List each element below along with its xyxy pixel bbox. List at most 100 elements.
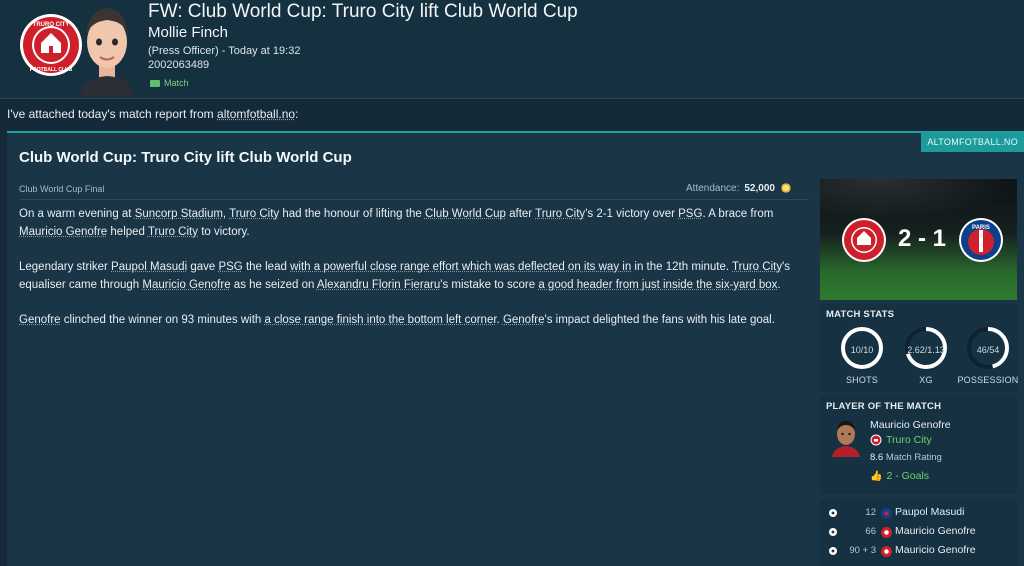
text: had the honour of lifting the — [279, 208, 425, 220]
text: 's mistake to score — [440, 279, 539, 291]
stadium-lights — [820, 179, 1017, 219]
goal-row[interactable]: 66 Mauricio Genofre — [820, 524, 1017, 542]
text: 's impact delighted the fans with his la… — [544, 314, 775, 326]
highlight-link[interactable]: with a powerful close range effort which… — [290, 261, 631, 273]
final-score: 2 - 1 — [897, 225, 947, 252]
match-report-panel: ALTOMFOTBALL.NO Club World Cup: Truro Ci… — [7, 131, 1024, 566]
player-portrait[interactable] — [830, 417, 862, 457]
text: as he seized on — [230, 279, 317, 291]
paragraph-3: Genofre clinched the winner on 93 minute… — [19, 311, 809, 329]
player-link[interactable]: Mauricio Genofre — [19, 226, 107, 238]
attendance: Attendance: 52,000 — [686, 182, 792, 194]
potm-club-name: Truro City — [886, 434, 932, 446]
scoreboard[interactable]: 2 - 1 PARIS — [820, 179, 1017, 300]
stat-label: XG — [919, 375, 933, 385]
message-title: FW: Club World Cup: Truro City lift Club… — [148, 1, 578, 22]
stat-value: 10/10 — [850, 345, 874, 355]
goal-row[interactable]: 90 + 3 Mauricio Genofre — [820, 543, 1017, 561]
thumbs-up-icon: 👍 — [870, 470, 883, 482]
article-title: Club World Cup: Truro City lift Club Wor… — [19, 149, 352, 166]
potm-goals: 👍 2 - Goals — [870, 470, 929, 482]
text: clinched the winner on 93 minutes with — [60, 314, 265, 326]
text: Legendary striker — [19, 261, 112, 273]
stat-value: 2.62/1.13 — [907, 345, 945, 355]
intro-suffix: : — [295, 107, 299, 121]
goal-scorer[interactable]: Paupol Masudi — [895, 506, 964, 518]
paragraph-1: On a warm evening at Suncorp Stadium, Tr… — [19, 205, 809, 241]
potm-club[interactable]: Truro City — [870, 434, 932, 446]
player-link[interactable]: Paupol Masudi — [111, 261, 187, 273]
player-link[interactable]: Genofre — [19, 314, 61, 326]
match-stats-title: MATCH STATS — [826, 309, 895, 320]
player-link[interactable]: Alexandru Florin Fieraru — [317, 279, 440, 291]
weather-sun-icon — [779, 182, 792, 194]
goal-scorer[interactable]: Mauricio Genofre — [895, 544, 976, 556]
sender-role-time: (Press Officer) - Today at 19:32 — [148, 45, 301, 57]
message-tag[interactable]: Match — [150, 78, 189, 88]
club-link[interactable]: Truro City — [148, 226, 198, 238]
article-body: On a warm evening at Suncorp Stadium, Tr… — [19, 205, 809, 346]
competition-link[interactable]: Club World Cup — [425, 208, 506, 220]
highlight-link[interactable]: a good header from just inside the six-y… — [538, 279, 777, 291]
potm-goals-text: 2 - Goals — [886, 470, 930, 482]
potm-rating: 8.6 Match Rating — [870, 452, 942, 463]
truro-city-badge-icon — [881, 546, 892, 557]
player-of-the-match-panel: PLAYER OF THE MATCH Mauricio Genofre Tru… — [820, 396, 1017, 494]
club-link[interactable]: PSG — [678, 208, 702, 220]
text: to victory. — [198, 226, 250, 238]
sender-name[interactable]: Mollie Finch — [148, 24, 228, 41]
psg-badge-text: PARIS — [972, 225, 990, 231]
text: 's 2-1 victory over — [585, 208, 679, 220]
potm-title: PLAYER OF THE MATCH — [826, 401, 942, 412]
text: helped — [107, 226, 148, 238]
club-link[interactable]: Truro City — [732, 261, 782, 273]
potm-player-name[interactable]: Mauricio Genofre — [870, 419, 951, 431]
stat-label: POSSESSION — [957, 375, 1019, 385]
truro-city-badge[interactable]: TRURO CITY FOOTBALL CLUB — [19, 13, 83, 77]
message-header: TRURO CITY FOOTBALL CLUB FW: Club World … — [0, 0, 1024, 99]
stat-value: 46/54 — [976, 345, 1000, 355]
truro-city-badge[interactable] — [841, 217, 887, 263]
football-icon — [829, 509, 837, 517]
intro-source-link[interactable]: altomfotball.no — [217, 107, 295, 121]
goal-row[interactable]: 12 Paupol Masudi — [820, 505, 1017, 523]
psg-badge-icon — [881, 508, 892, 519]
match-stats-panel: MATCH STATS 10/10 SHOTS 2.62/1.13 XG 46/54 PO… — [820, 304, 1018, 392]
source-tab[interactable]: ALTOMFOTBALL.NO — [921, 132, 1024, 152]
club-link[interactable]: Truro City — [229, 208, 279, 220]
text: in the 12th minute. — [631, 261, 733, 273]
intro-line: I've attached today's match report from … — [7, 107, 298, 121]
competition-label: Club World Cup Final — [19, 184, 105, 194]
message-tag-label: Match — [164, 78, 189, 88]
stadium-link[interactable]: Suncorp Stadium — [135, 208, 223, 220]
goal-minute: 90 + 3 — [849, 545, 876, 556]
stat-label: SHOTS — [845, 375, 878, 385]
attendance-value: 52,000 — [744, 182, 775, 194]
svg-text:FOOTBALL CLUB: FOOTBALL CLUB — [30, 67, 73, 73]
highlight-link[interactable]: a close range finish into the bottom lef… — [264, 314, 496, 326]
goal-scorer[interactable]: Mauricio Genofre — [895, 525, 976, 537]
player-link[interactable]: Genofre — [503, 314, 545, 326]
truro-city-badge-icon — [870, 434, 882, 446]
text: . — [777, 279, 781, 291]
goal-minute: 12 — [865, 507, 876, 518]
svg-text:TRURO CITY: TRURO CITY — [33, 22, 70, 28]
truro-city-badge-icon — [881, 527, 892, 538]
divider — [19, 199, 809, 200]
text: the lead — [242, 261, 291, 273]
psg-badge[interactable]: PARIS — [958, 216, 1004, 264]
club-link[interactable]: Truro City — [535, 208, 585, 220]
paragraph-2: Legendary striker Paupol Masudi gave PSG… — [19, 258, 809, 294]
club-link[interactable]: PSG — [218, 261, 242, 273]
text: On a warm evening at — [19, 208, 135, 220]
potm-rating-value: 8.6 — [870, 452, 884, 463]
text: gave — [187, 261, 219, 273]
football-icon — [829, 528, 837, 536]
match-tag-icon — [150, 79, 160, 87]
sender-avatar[interactable] — [76, 2, 138, 96]
text: after — [505, 208, 536, 220]
text: . A brace from — [702, 208, 774, 220]
goal-minute: 66 — [865, 526, 876, 537]
player-link[interactable]: Mauricio Genofre — [142, 279, 230, 291]
potm-rating-label: Match Rating — [885, 452, 942, 463]
